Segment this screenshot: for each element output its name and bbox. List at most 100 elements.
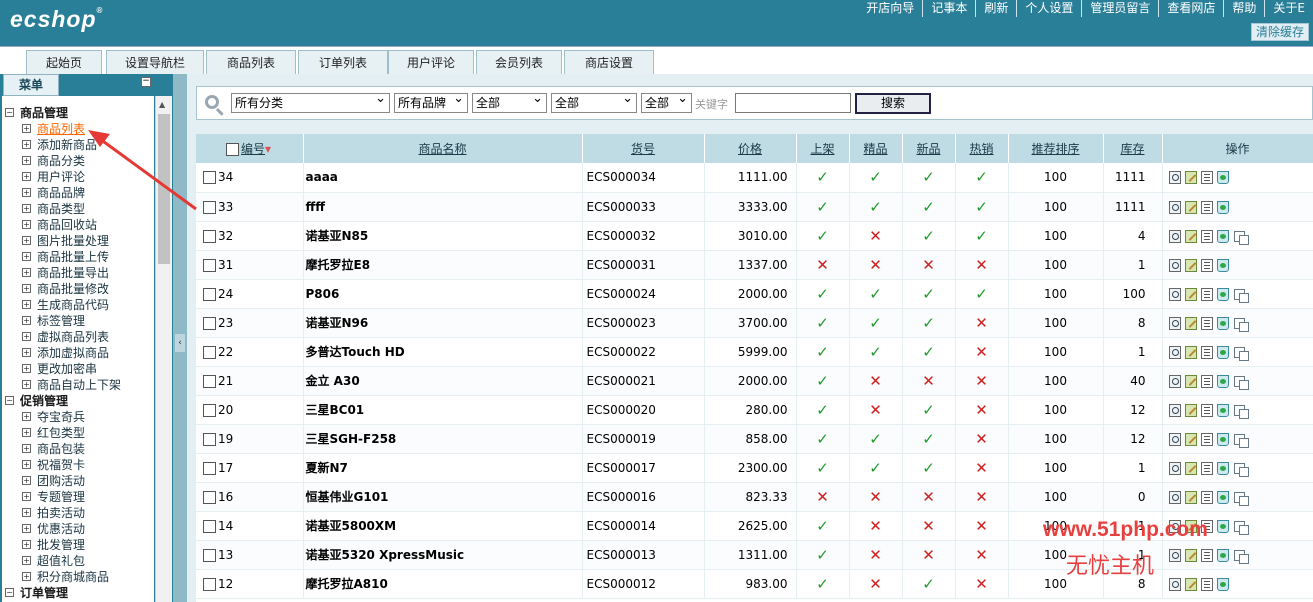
edit-icon[interactable] — [1184, 316, 1197, 330]
yes-icon[interactable]: ✓ — [922, 285, 935, 303]
cell-name[interactable]: ffff — [303, 192, 583, 222]
yes-icon[interactable]: ✓ — [922, 314, 935, 332]
yes-icon[interactable]: ✓ — [922, 430, 935, 448]
edit-icon[interactable] — [1184, 403, 1197, 417]
yes-icon[interactable]: ✓ — [816, 401, 829, 419]
duplicate-icon[interactable] — [1233, 317, 1249, 332]
menu-item[interactable]: + 祝福贺卡 — [22, 457, 85, 472]
cell-flag[interactable]: ✓ — [849, 279, 903, 309]
cell-sn[interactable]: ECS000033 — [582, 192, 705, 222]
menu-item-label[interactable]: 商品列表 — [37, 120, 85, 137]
cell-sn[interactable]: ECS000034 — [582, 163, 705, 193]
copy-icon[interactable] — [1200, 432, 1213, 446]
duplicate-icon[interactable] — [1233, 520, 1249, 535]
cell-flag[interactable]: ✓ — [849, 337, 903, 367]
cell-sort[interactable]: 100 — [1008, 221, 1104, 251]
yes-icon[interactable]: ✓ — [816, 517, 829, 535]
clear-cache-button[interactable]: 清除缓存 — [1250, 23, 1309, 41]
col-new[interactable]: 新品 — [902, 134, 956, 163]
duplicate-icon[interactable] — [1233, 433, 1249, 448]
edit-icon[interactable] — [1184, 490, 1197, 504]
yes-icon[interactable]: ✓ — [922, 401, 935, 419]
copy-icon[interactable] — [1200, 403, 1213, 417]
menu-item-label[interactable]: 商品分类 — [37, 152, 85, 169]
no-icon[interactable]: ✕ — [975, 314, 988, 332]
menu-item-label[interactable]: 积分商城商品 — [37, 568, 109, 585]
cell-flag[interactable]: ✕ — [955, 337, 1009, 367]
cell-flag[interactable]: ✕ — [849, 482, 903, 512]
cell-stock[interactable]: 1 — [1103, 250, 1163, 280]
select-all-checkbox[interactable] — [226, 143, 239, 156]
cell-price[interactable]: 2000.00 — [704, 366, 797, 396]
edit-icon[interactable] — [1184, 258, 1197, 272]
cell-flag[interactable]: ✕ — [849, 250, 903, 280]
cell-flag[interactable]: ✓ — [849, 192, 903, 222]
copy-icon[interactable] — [1200, 490, 1213, 504]
cell-flag[interactable]: ✓ — [902, 192, 956, 222]
duplicate-icon[interactable] — [1233, 404, 1249, 419]
cell-flag[interactable]: ✕ — [849, 540, 903, 570]
yes-icon[interactable]: ✓ — [922, 198, 935, 216]
menu-item[interactable]: + 商品包装 — [22, 441, 85, 456]
col-on-sale[interactable]: 上架 — [796, 134, 850, 163]
no-icon[interactable]: ✕ — [869, 372, 882, 390]
view-icon[interactable] — [1168, 577, 1181, 591]
cell-sn[interactable]: ECS000016 — [582, 482, 705, 512]
edit-icon[interactable] — [1184, 345, 1197, 359]
cell-flag[interactable]: ✓ — [902, 163, 956, 193]
col-hot[interactable]: 热销 — [955, 134, 1009, 163]
copy-icon[interactable] — [1200, 229, 1213, 243]
menu-item[interactable]: + 批发管理 — [22, 537, 85, 552]
view-icon[interactable] — [1168, 403, 1181, 417]
edit-icon[interactable] — [1184, 200, 1197, 214]
yes-icon[interactable]: ✓ — [816, 546, 829, 564]
cell-name[interactable]: 诺基亚N85 — [303, 221, 583, 251]
menu-item[interactable]: + 添加虚拟商品 — [22, 345, 109, 360]
tab-2[interactable]: 商品列表 — [206, 50, 296, 75]
duplicate-icon[interactable] — [1233, 549, 1249, 564]
cell-sn[interactable]: ECS000012 — [582, 569, 705, 599]
copy-icon[interactable] — [1200, 345, 1213, 359]
trash-icon[interactable] — [1216, 461, 1229, 475]
topnav-link[interactable]: 帮助 — [1223, 0, 1264, 17]
edit-icon[interactable] — [1184, 171, 1197, 185]
trash-icon[interactable] — [1216, 374, 1229, 388]
menu-item[interactable]: + 商品列表 — [22, 121, 85, 136]
cell-sort[interactable]: 100 — [1008, 163, 1104, 193]
yes-icon[interactable]: ✓ — [922, 168, 935, 186]
cell-sn[interactable]: ECS000021 — [582, 366, 705, 396]
cell-flag[interactable]: ✓ — [849, 424, 903, 454]
yes-icon[interactable]: ✓ — [869, 285, 882, 303]
yes-icon[interactable]: ✓ — [816, 343, 829, 361]
duplicate-icon[interactable] — [1233, 462, 1249, 477]
menu-item-label[interactable]: 添加新商品 — [37, 136, 97, 153]
cell-price[interactable]: 1337.00 — [704, 250, 797, 280]
yes-icon[interactable]: ✓ — [922, 343, 935, 361]
cell-stock[interactable]: 4 — [1103, 221, 1163, 251]
topnav-link[interactable]: 开店向导 — [858, 0, 922, 17]
cell-flag[interactable]: ✓ — [902, 453, 956, 483]
cell-flag[interactable]: ✓ — [796, 395, 850, 425]
cell-flag[interactable]: ✕ — [796, 482, 850, 512]
menu-item[interactable]: + 优惠活动 — [22, 521, 85, 536]
cell-price[interactable]: 858.00 — [704, 424, 797, 454]
cell-sort[interactable]: 100 — [1008, 250, 1104, 280]
cell-sn[interactable]: ECS000032 — [582, 221, 705, 251]
trash-icon[interactable] — [1216, 577, 1229, 591]
cell-flag[interactable]: ✓ — [796, 453, 850, 483]
menu-item-label[interactable]: 祝福贺卡 — [37, 456, 85, 473]
row-checkbox[interactable] — [203, 258, 216, 272]
cell-sort[interactable]: 100 — [1008, 337, 1104, 367]
cell-name[interactable]: aaaa — [303, 163, 583, 193]
trash-icon[interactable] — [1216, 345, 1229, 359]
cell-name[interactable]: 恒基伟业G101 — [303, 482, 583, 512]
menu-item-label[interactable]: 商品自动上下架 — [37, 376, 121, 393]
menu-item-label[interactable]: 专题管理 — [37, 488, 85, 505]
duplicate-icon[interactable] — [1233, 346, 1249, 361]
cell-price[interactable]: 3333.00 — [704, 192, 797, 222]
copy-icon[interactable] — [1200, 374, 1213, 388]
copy-icon[interactable] — [1200, 548, 1213, 562]
yes-icon[interactable]: ✓ — [869, 198, 882, 216]
cell-flag[interactable]: ✕ — [902, 482, 956, 512]
topnav-link[interactable]: 查看网店 — [1158, 0, 1223, 17]
